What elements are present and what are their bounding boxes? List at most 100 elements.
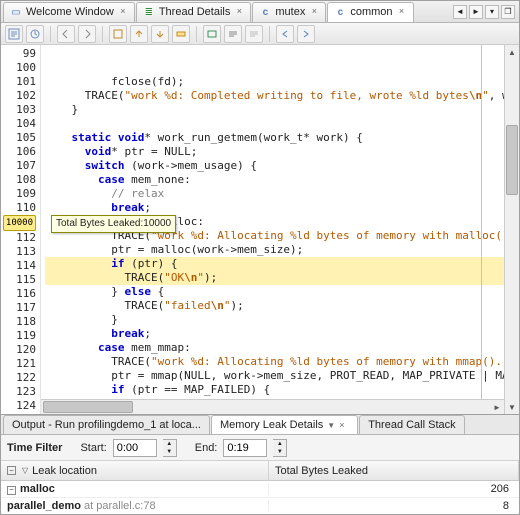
line-number[interactable]: 102 bbox=[1, 89, 36, 103]
sort-desc-icon[interactable]: ▽ bbox=[22, 466, 28, 475]
restore-button[interactable]: ❐ bbox=[501, 5, 515, 19]
line-number[interactable]: 105 bbox=[1, 131, 36, 145]
code-line[interactable]: } else { bbox=[45, 285, 504, 299]
code-line[interactable]: TRACE("work %d: Completed writing to fil… bbox=[45, 89, 504, 103]
chevron-down-icon[interactable]: ▼ bbox=[327, 421, 335, 430]
tab-output[interactable]: Output - Run profilingdemo_1 at loca... bbox=[3, 415, 210, 434]
code-line[interactable]: TRACE("failed\n"); bbox=[45, 299, 504, 313]
leak-badge[interactable]: 10000 bbox=[3, 215, 36, 231]
close-icon[interactable]: × bbox=[339, 420, 349, 430]
start-stepper[interactable]: ▲▼ bbox=[163, 439, 177, 457]
line-number[interactable]: 114 bbox=[1, 259, 36, 273]
line-number[interactable]: 120 bbox=[1, 343, 36, 357]
step-up-icon[interactable]: ▲ bbox=[273, 440, 286, 448]
tab-thread-details[interactable]: ≣ Thread Details × bbox=[136, 2, 252, 22]
line-number[interactable]: 117 bbox=[1, 301, 36, 315]
nav-fwd-button[interactable] bbox=[78, 25, 96, 43]
line-number[interactable]: 112 bbox=[1, 231, 36, 245]
code-line[interactable]: if (ptr == MAP_FAILED) { bbox=[45, 383, 504, 397]
find-next-button[interactable] bbox=[151, 25, 169, 43]
tab-common[interactable]: c common × bbox=[327, 2, 413, 22]
code-line[interactable]: fclose(fd); bbox=[45, 75, 504, 89]
code-line[interactable]: case mem_mmap: bbox=[45, 341, 504, 355]
close-icon[interactable]: × bbox=[234, 7, 244, 17]
close-icon[interactable]: × bbox=[118, 7, 128, 17]
scroll-down-icon[interactable]: ▼ bbox=[505, 400, 519, 414]
table-row[interactable]: −malloc206 bbox=[1, 481, 519, 498]
col-total-bytes-leaked[interactable]: Total Bytes Leaked bbox=[269, 461, 519, 480]
start-time-input[interactable] bbox=[113, 439, 157, 457]
find-prev-button[interactable] bbox=[130, 25, 148, 43]
tab-thread-call-stack[interactable]: Thread Call Stack bbox=[359, 415, 464, 434]
line-number[interactable]: 109 bbox=[1, 187, 36, 201]
tab-memory-leak-details[interactable]: Memory Leak Details ▼ × bbox=[211, 415, 358, 434]
line-number[interactable]: 10000 bbox=[1, 215, 36, 231]
line-number[interactable]: 116 bbox=[1, 287, 36, 301]
nav-back-button[interactable] bbox=[57, 25, 75, 43]
expand-icon[interactable]: − bbox=[7, 486, 16, 495]
col-leak-location[interactable]: − ▽ Leak location bbox=[1, 461, 269, 480]
code-line[interactable]: TRACE("work %d: Allocating %ld bytes of … bbox=[45, 355, 504, 369]
line-number[interactable]: 99 bbox=[1, 47, 36, 61]
scroll-thumb[interactable] bbox=[43, 401, 133, 413]
code-line[interactable]: break; bbox=[45, 201, 504, 215]
macro-button[interactable] bbox=[203, 25, 221, 43]
scroll-right-icon[interactable]: ► bbox=[490, 400, 504, 414]
code-line[interactable]: case mem_none: bbox=[45, 173, 504, 187]
line-number[interactable]: 104 bbox=[1, 117, 36, 131]
code-line[interactable]: void* ptr = NULL; bbox=[45, 145, 504, 159]
scroll-thumb[interactable] bbox=[506, 125, 518, 195]
shift-left-button[interactable] bbox=[276, 25, 294, 43]
code-editor[interactable]: 9910010110210310410510610710810911010000… bbox=[1, 45, 519, 415]
line-number[interactable]: 108 bbox=[1, 173, 36, 187]
line-number[interactable]: 124 bbox=[1, 399, 36, 413]
close-icon[interactable]: × bbox=[397, 7, 407, 17]
line-number[interactable]: 122 bbox=[1, 371, 36, 385]
collapse-all-icon[interactable]: − bbox=[7, 466, 16, 475]
line-number[interactable]: 121 bbox=[1, 357, 36, 371]
line-number[interactable]: 119 bbox=[1, 329, 36, 343]
code-line[interactable]: // relax bbox=[45, 187, 504, 201]
tab-mutex[interactable]: c mutex × bbox=[252, 2, 326, 22]
horizontal-scrollbar[interactable]: ◄ ► bbox=[41, 399, 504, 414]
line-number[interactable]: 107 bbox=[1, 159, 36, 173]
code-line[interactable]: break; bbox=[45, 327, 504, 341]
line-number[interactable]: 106 bbox=[1, 145, 36, 159]
close-icon[interactable]: × bbox=[309, 7, 319, 17]
code-line[interactable]: ptr = malloc(work->mem_size); bbox=[45, 243, 504, 257]
line-number[interactable]: 110 bbox=[1, 201, 36, 215]
tab-welcome[interactable]: ▭ Welcome Window × bbox=[3, 2, 135, 22]
vertical-scrollbar[interactable]: ▲ ▼ bbox=[504, 45, 519, 414]
code-line[interactable]: } bbox=[45, 313, 504, 327]
line-number[interactable]: 100 bbox=[1, 61, 36, 75]
table-row[interactable]: parallel_demo at parallel.c:788 bbox=[1, 498, 519, 514]
uncomment-button[interactable] bbox=[245, 25, 263, 43]
shift-right-button[interactable] bbox=[297, 25, 315, 43]
line-number[interactable]: 115 bbox=[1, 273, 36, 287]
source-view-button[interactable] bbox=[5, 25, 23, 43]
step-down-icon[interactable]: ▼ bbox=[273, 448, 286, 456]
line-number[interactable]: 101 bbox=[1, 75, 36, 89]
comment-button[interactable] bbox=[224, 25, 242, 43]
line-number[interactable]: 103 bbox=[1, 103, 36, 117]
code-line[interactable] bbox=[45, 117, 504, 131]
code-area[interactable]: fclose(fd); TRACE("work %d: Completed wr… bbox=[41, 45, 504, 414]
code-line[interactable]: } bbox=[45, 103, 504, 117]
prev-tab-button[interactable]: ◄ bbox=[453, 5, 467, 19]
tab-menu-button[interactable]: ▾ bbox=[485, 5, 499, 19]
end-stepper[interactable]: ▲▼ bbox=[273, 439, 287, 457]
history-button[interactable] bbox=[26, 25, 44, 43]
line-gutter[interactable]: 9910010110210310410510610710810911010000… bbox=[1, 45, 41, 414]
step-up-icon[interactable]: ▲ bbox=[163, 440, 176, 448]
leak-table-body[interactable]: −malloc206parallel_demo at parallel.c:78… bbox=[1, 481, 519, 514]
toggle-highlight-button[interactable] bbox=[172, 25, 190, 43]
code-line[interactable]: switch (work->mem_usage) { bbox=[45, 159, 504, 173]
line-number[interactable]: 118 bbox=[1, 315, 36, 329]
code-line[interactable]: static void* work_run_getmem(work_t* wor… bbox=[45, 131, 504, 145]
end-time-input[interactable] bbox=[223, 439, 267, 457]
code-line[interactable]: TRACE("OK\n"); bbox=[45, 271, 504, 285]
line-number[interactable]: 123 bbox=[1, 385, 36, 399]
line-number[interactable]: 113 bbox=[1, 245, 36, 259]
next-tab-button[interactable]: ► bbox=[469, 5, 483, 19]
scroll-up-icon[interactable]: ▲ bbox=[505, 45, 519, 59]
